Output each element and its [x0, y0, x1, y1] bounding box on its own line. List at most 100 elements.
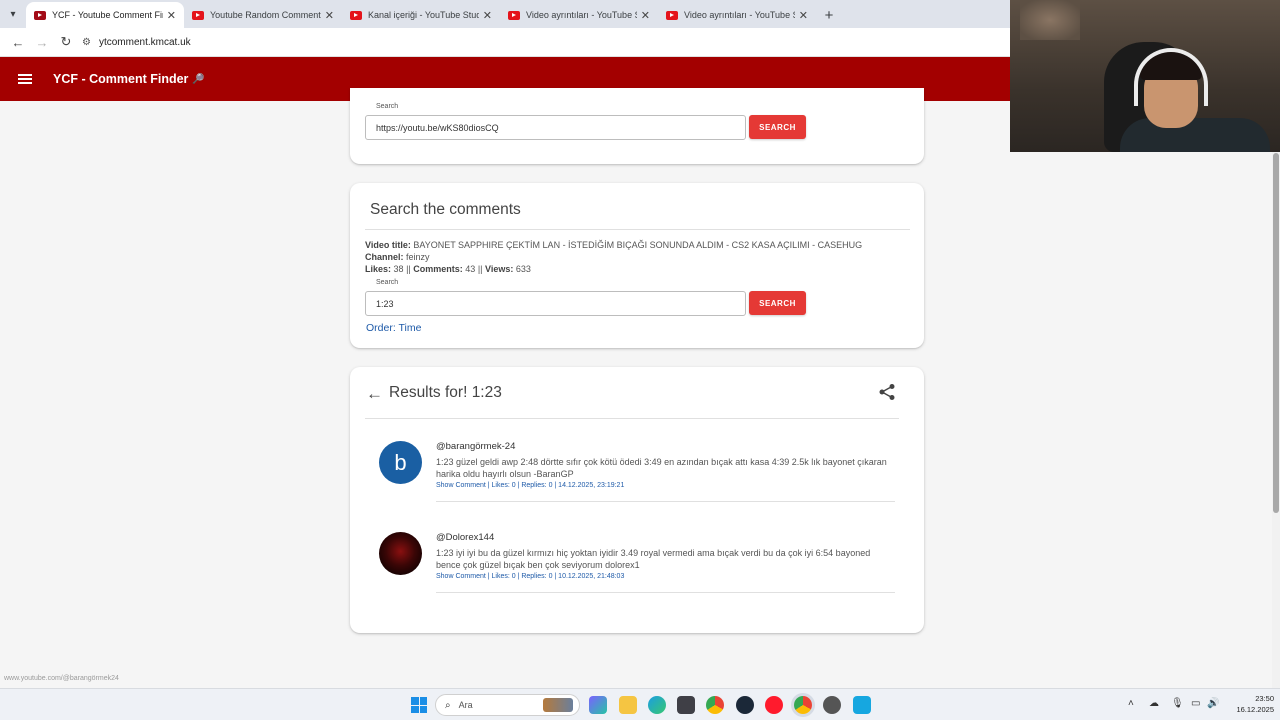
url-field[interactable]: ⚙ ytcomment.kmcat.uk [82, 31, 1010, 53]
url-text: ytcomment.kmcat.uk [98, 36, 191, 48]
browser-tab[interactable]: Youtube Random Comment Picker ✕ [184, 2, 342, 28]
magnifier-icon: 🔎 [192, 73, 205, 85]
stats-separator: || [477, 264, 483, 274]
tab-title: Video ayrıntıları - YouTube Studio [684, 10, 795, 20]
tab-search-chevron-icon[interactable]: ▾ [0, 0, 26, 28]
share-icon[interactable] [878, 383, 896, 401]
reload-icon[interactable]: ↻ [54, 30, 78, 54]
video-search-label: Search [376, 103, 399, 110]
comments-value: 43 [465, 264, 476, 274]
close-tab-icon[interactable]: ✕ [799, 9, 808, 22]
close-tab-icon[interactable]: ✕ [483, 9, 492, 22]
close-tab-icon[interactable]: ✕ [325, 9, 334, 22]
likes-value: 38 [393, 264, 404, 274]
video-title-line: Video title: BAYONET SAPPHIRE ÇEKTİM LAN… [365, 240, 862, 250]
comment-search-label: Search [376, 279, 399, 286]
opera-icon[interactable] [765, 696, 783, 714]
youtube-favicon-icon [666, 10, 678, 20]
video-title-value: BAYONET SAPPHIRE ÇEKTİM LAN - İSTEDİĞİM … [413, 240, 863, 250]
webcam-overlay [1010, 0, 1280, 152]
windows-taskbar: ⌕ Ara ˄ ☁ 🎙 ▭ 🔊 23:50 16.12.2025 [0, 688, 1280, 720]
avatar[interactable] [379, 532, 422, 575]
channel-value: feinzy [406, 252, 430, 262]
site-info-icon[interactable]: ⚙ [82, 37, 91, 48]
channel-label: Channel: [365, 252, 404, 262]
onedrive-icon[interactable]: ☁ [1149, 698, 1159, 709]
steam-icon[interactable] [736, 696, 754, 714]
chrome-icon[interactable] [706, 696, 724, 714]
obs-icon[interactable] [823, 696, 841, 714]
status-bar-url: www.youtube.com/@barangörmek24 [0, 675, 123, 688]
results-card: ← Results for! 1:23 b @barangörmek-24 1:… [350, 367, 924, 633]
browser-tab-active[interactable]: YCF - Youtube Comment Finder ✕ [26, 2, 184, 28]
back-arrow-icon[interactable]: ← [6, 30, 30, 54]
close-tab-icon[interactable]: ✕ [641, 9, 650, 22]
comment-search-card: Search the comments Video title: BAYONET… [350, 183, 924, 348]
youtube-favicon-icon [350, 10, 362, 20]
new-tab-plus-icon[interactable]: + [816, 2, 842, 28]
youtube-favicon-icon [508, 10, 520, 20]
network-icon[interactable]: ▭ [1191, 698, 1200, 709]
video-title-label: Video title: [365, 240, 411, 250]
youtube-favicon-icon [192, 10, 204, 20]
comment-text: 1:23 iyi iyi bu da güzel kırmızı hiç yok… [436, 548, 871, 570]
comment-author[interactable]: @Dolorex144 [436, 532, 494, 543]
video-url-input[interactable]: https://youtu.be/wKS80diosCQ [365, 115, 746, 140]
video-search-button[interactable]: SEARCH [749, 115, 806, 139]
order-time-link[interactable]: Order: Time [366, 322, 421, 334]
ycf-favicon-icon [34, 10, 46, 20]
comment-search-input[interactable]: 1:23 [365, 291, 746, 316]
volume-icon[interactable]: 🔊 [1207, 698, 1219, 709]
comment-divider [436, 592, 895, 593]
avatar[interactable]: b [379, 441, 422, 484]
comment-meta-link[interactable]: Show Comment | Likes: 0 | Replies: 0 | 1… [436, 482, 624, 489]
clock-time: 23:50 [1255, 694, 1274, 703]
comment-author[interactable]: @barangörmek-24 [436, 441, 515, 452]
tab-title: Video ayrıntıları - YouTube Studio [526, 10, 637, 20]
comments-label: Comments: [413, 264, 463, 274]
windows-start-icon[interactable] [411, 697, 427, 713]
file-explorer-icon[interactable] [619, 696, 637, 714]
views-value: 633 [515, 264, 531, 274]
taskbar-clock[interactable]: 23:50 16.12.2025 [1222, 693, 1274, 715]
address-bar: ← → ↻ ⚙ ytcomment.kmcat.uk [0, 28, 1010, 57]
close-tab-icon[interactable]: ✕ [167, 9, 176, 22]
search-highlight-icon [543, 698, 573, 712]
chrome-active-icon[interactable] [794, 696, 812, 714]
back-arrow-icon[interactable]: ← [366, 384, 383, 404]
comment-item: b @barangörmek-24 1:23 güzel geldi awp 2… [379, 441, 895, 503]
channel-line: Channel: feinzy [365, 252, 430, 262]
notepad-icon[interactable] [853, 696, 871, 714]
comment-text: 1:23 güzel geldi awp 2:48 dörtte sıfır ç… [436, 457, 887, 479]
store-icon[interactable] [677, 696, 695, 714]
edge-icon[interactable] [648, 696, 666, 714]
stats-line: Likes: 38 || Comments: 43 || Views: 633 [365, 264, 531, 274]
likes-label: Likes: [365, 264, 392, 274]
microphone-icon[interactable]: 🎙 [1171, 698, 1184, 709]
search-icon: ⌕ [445, 699, 451, 711]
results-divider [365, 418, 899, 419]
tab-title: YCF - Youtube Comment Finder [52, 10, 163, 20]
browser-tab-strip: ▾ YCF - Youtube Comment Finder ✕ Youtube… [0, 0, 1010, 28]
comment-divider [436, 501, 895, 502]
browser-tab[interactable]: Video ayrıntıları - YouTube Studio ✕ [658, 2, 816, 28]
tab-title: Youtube Random Comment Picker [210, 10, 321, 20]
browser-tab[interactable]: Video ayrıntıları - YouTube Studio ✕ [500, 2, 658, 28]
comment-meta-link[interactable]: Show Comment | Likes: 0 | Replies: 0 | 1… [436, 573, 624, 580]
taskbar-search-placeholder: Ara [458, 700, 473, 710]
forward-arrow-icon[interactable]: → [30, 30, 54, 54]
results-title: Results for! 1:23 [389, 384, 502, 401]
comment-search-button[interactable]: SEARCH [749, 291, 806, 315]
copilot-icon[interactable] [589, 696, 607, 714]
browser-tab[interactable]: Kanal içeriği - YouTube Studio ✕ [342, 2, 500, 28]
tray-overflow-icon[interactable]: ˄ [1128, 698, 1134, 709]
stats-separator: || [406, 264, 411, 274]
taskbar-search-box[interactable]: ⌕ Ara [435, 694, 580, 716]
heading-divider [365, 229, 910, 230]
page-scrollbar-thumb[interactable] [1273, 153, 1279, 513]
comment-item: @Dolorex144 1:23 iyi iyi bu da güzel kır… [379, 532, 895, 594]
menu-icon[interactable] [18, 74, 32, 84]
comment-search-heading: Search the comments [370, 201, 521, 218]
views-label: Views: [485, 264, 514, 274]
video-search-card: Search https://youtu.be/wKS80diosCQ SEAR… [350, 88, 924, 164]
